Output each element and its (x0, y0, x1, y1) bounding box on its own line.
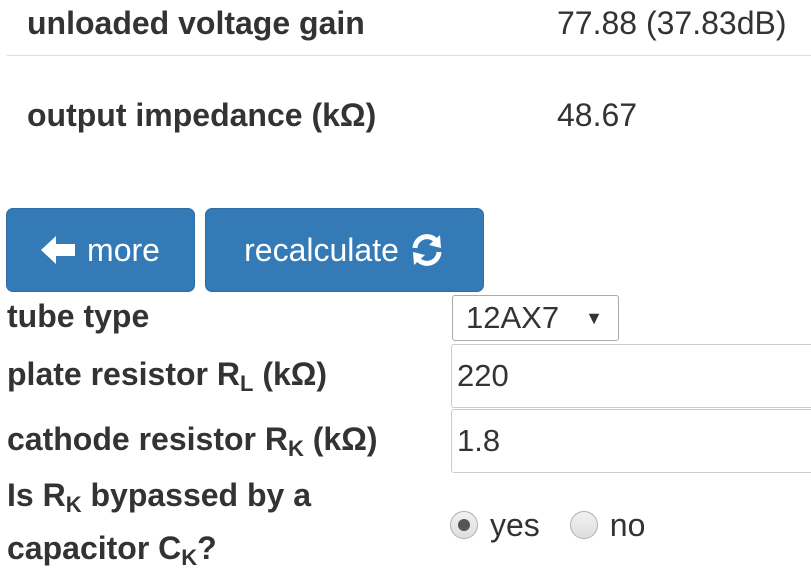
bypass-question-label: Is RK bypassed by a capacitor CK? (7, 477, 312, 570)
more-button-label: more (87, 231, 160, 268)
result-row-output-impedance: output impedance (kΩ) 48.67 (7, 79, 811, 147)
bypass-radio-group: yes no (450, 503, 645, 547)
tube-type-selected: 12AX7 (466, 300, 560, 335)
recalculate-button-label: recalculate (244, 231, 399, 268)
refresh-icon (409, 232, 445, 268)
arrow-left-icon (41, 235, 77, 265)
result-value: 77.88 (37.83dB) (557, 5, 787, 41)
tube-type-select[interactable]: 12AX7 ▼ (452, 295, 619, 341)
result-row-voltage-gain: unloaded voltage gain 77.88 (37.83dB) (7, 0, 811, 56)
result-label: output impedance (kΩ) (27, 97, 377, 133)
cathode-resistor-label: cathode resistor RK (kΩ) (7, 421, 378, 461)
more-button[interactable]: more (6, 208, 195, 292)
radio-yes[interactable] (450, 511, 478, 539)
result-label: unloaded voltage gain (27, 5, 365, 41)
radio-yes-label[interactable]: yes (490, 507, 540, 544)
plate-resistor-input[interactable] (451, 344, 811, 408)
recalculate-button[interactable]: recalculate (205, 208, 484, 292)
result-value: 48.67 (557, 97, 638, 133)
cathode-resistor-input[interactable] (451, 409, 811, 473)
radio-no-label[interactable]: no (610, 507, 646, 544)
radio-no[interactable] (569, 511, 598, 539)
tube-type-label: tube type (7, 298, 150, 334)
plate-resistor-label: plate resistor RL (kΩ) (7, 356, 328, 396)
dropdown-arrow-icon: ▼ (585, 308, 603, 328)
